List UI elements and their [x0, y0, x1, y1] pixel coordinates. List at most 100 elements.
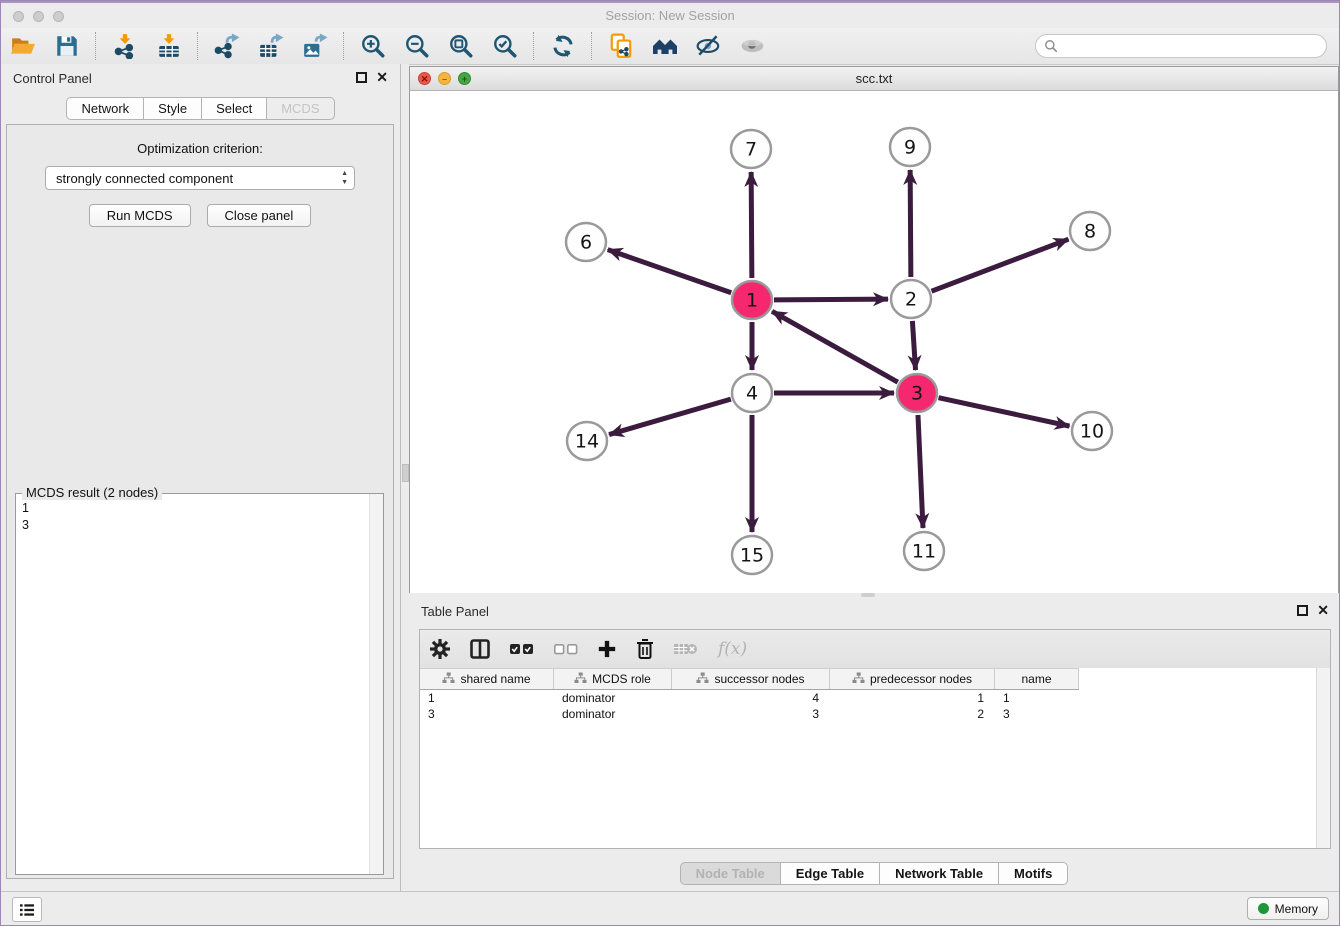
network-window-title: scc.txt	[410, 71, 1338, 86]
save-session-icon[interactable]	[54, 33, 80, 59]
graph-edge-2-3[interactable]	[912, 321, 915, 370]
show-columns-icon[interactable]	[469, 638, 491, 660]
svg-text:3: 3	[911, 383, 923, 405]
graph-edge-1-7[interactable]	[751, 172, 752, 278]
network-window-titlebar[interactable]: ✕ – + scc.txt	[410, 67, 1338, 91]
network-canvas[interactable]: 1 2 3 4 6 7 8 9 10 11 14 15	[410, 91, 1338, 593]
graph-node-7[interactable]: 7	[731, 130, 771, 168]
graph-node-14[interactable]: 14	[567, 422, 607, 460]
graph-edge-2-8[interactable]	[932, 239, 1069, 291]
graph-node-4[interactable]: 4	[732, 374, 772, 412]
tab-select[interactable]: Select	[201, 97, 267, 120]
column-header-predecessor-nodes[interactable]: predecessor nodes	[830, 669, 995, 689]
graph-edge-3-10[interactable]	[938, 398, 1069, 426]
column-header-shared-name[interactable]: shared name	[420, 669, 554, 689]
delete-table-icon	[673, 640, 699, 658]
vertical-splitter[interactable]	[400, 64, 409, 892]
table-cell[interactable]: 2	[830, 706, 995, 722]
result-scrollbar[interactable]	[369, 494, 383, 874]
table-cell[interactable]: 4	[672, 690, 830, 706]
mcds-result-item[interactable]: 3	[22, 517, 377, 534]
table-row[interactable]: 3dominator323	[420, 706, 1079, 722]
graph-edge-3-1[interactable]	[772, 311, 898, 382]
column-header-name[interactable]: name	[995, 669, 1079, 689]
toolbar-separator	[95, 32, 97, 60]
graph-edge-3-11[interactable]	[918, 415, 923, 528]
network-graph[interactable]: 1 2 3 4 6 7 8 9 10 11 14 15	[410, 91, 1338, 593]
tab-style[interactable]: Style	[143, 97, 202, 120]
tab-motifs[interactable]: Motifs	[998, 862, 1068, 885]
create-column-plus-icon[interactable]	[597, 639, 617, 659]
svg-text:6: 6	[580, 232, 592, 254]
table-panel-float-button[interactable]	[1297, 605, 1308, 616]
table-cell[interactable]: 1	[995, 690, 1079, 706]
app-window: Session: New Session	[0, 0, 1340, 926]
mcds-result-list: 13	[16, 494, 383, 540]
mcds-result-item[interactable]: 1	[22, 500, 377, 517]
zoom-in-icon[interactable]	[360, 33, 386, 59]
zoom-selected-icon[interactable]	[492, 33, 518, 59]
control-panel-float-button[interactable]	[356, 72, 367, 83]
graph-edge-1-6[interactable]	[608, 250, 732, 293]
search-input[interactable]	[1062, 36, 1316, 56]
hide-selected-icon[interactable]	[696, 33, 722, 59]
tab-node-table[interactable]: Node Table	[680, 862, 781, 885]
graph-edge-4-14[interactable]	[609, 399, 731, 434]
tab-edge-table[interactable]: Edge Table	[780, 862, 880, 885]
column-header-successor-nodes[interactable]: successor nodes	[672, 669, 830, 689]
task-history-button[interactable]	[12, 897, 42, 922]
table-cell[interactable]: 1	[830, 690, 995, 706]
zoom-fit-icon[interactable]	[448, 33, 474, 59]
home-layout-icon[interactable]	[652, 33, 678, 59]
graph-node-8[interactable]: 8	[1070, 212, 1110, 250]
select-all-checkboxes-icon[interactable]	[509, 641, 535, 657]
optimization-criterion-select[interactable]: strongly connected component ▲▼	[45, 166, 355, 190]
graph-node-1[interactable]: 1	[732, 281, 772, 319]
table-cell[interactable]: 3	[420, 706, 554, 722]
table-cell[interactable]: 3	[672, 706, 830, 722]
control-panel-close-icon[interactable]: ✕	[376, 68, 388, 86]
function-builder-icon: f(x)	[718, 639, 747, 659]
tab-network[interactable]: Network	[66, 97, 144, 120]
open-session-icon[interactable]	[10, 33, 36, 59]
tab-network-table[interactable]: Network Table	[879, 862, 999, 885]
import-table-icon[interactable]	[156, 33, 182, 59]
splitter-grab-handle[interactable]	[402, 464, 409, 482]
graph-node-11[interactable]: 11	[904, 532, 944, 570]
deselect-all-checkboxes-icon[interactable]	[553, 641, 579, 657]
export-image-icon[interactable]	[302, 33, 328, 59]
svg-text:15: 15	[740, 545, 764, 567]
graph-node-3[interactable]: 3	[897, 374, 937, 412]
graph-node-15[interactable]: 15	[732, 536, 772, 574]
close-panel-button[interactable]: Close panel	[207, 204, 312, 227]
export-table-icon[interactable]	[258, 33, 284, 59]
table-panel-close-icon[interactable]: ✕	[1317, 601, 1329, 619]
control-panel-tabs: NetworkStyleSelectMCDS	[1, 97, 400, 120]
graph-node-6[interactable]: 6	[566, 223, 606, 261]
graph-node-2[interactable]: 2	[891, 280, 931, 318]
table-settings-gear-icon[interactable]	[429, 638, 451, 660]
svg-text:9: 9	[904, 137, 916, 159]
table-scrollbar[interactable]	[1316, 668, 1330, 848]
run-mcds-button[interactable]: Run MCDS	[89, 204, 191, 227]
memory-button[interactable]: Memory	[1247, 897, 1329, 920]
table-row[interactable]: 1dominator411	[420, 690, 1079, 706]
delete-column-trash-icon[interactable]	[635, 638, 655, 660]
graph-edge-2-9[interactable]	[910, 170, 911, 277]
copy-network-icon[interactable]	[608, 33, 634, 59]
table-cell[interactable]: dominator	[554, 706, 672, 722]
tab-mcds[interactable]: MCDS	[266, 97, 334, 120]
table-cell[interactable]: 3	[995, 706, 1079, 722]
graph-node-10[interactable]: 10	[1072, 412, 1112, 450]
refresh-view-icon[interactable]	[550, 33, 576, 59]
show-all-icon[interactable]	[740, 33, 766, 59]
import-network-icon[interactable]	[112, 33, 138, 59]
zoom-out-icon[interactable]	[404, 33, 430, 59]
search-field[interactable]	[1035, 34, 1327, 58]
table-cell[interactable]: 1	[420, 690, 554, 706]
table-cell[interactable]: dominator	[554, 690, 672, 706]
export-network-icon[interactable]	[214, 33, 240, 59]
graph-node-9[interactable]: 9	[890, 128, 930, 166]
graph-edge-1-2[interactable]	[774, 299, 888, 300]
column-header-mcds-role[interactable]: MCDS role	[554, 669, 672, 689]
